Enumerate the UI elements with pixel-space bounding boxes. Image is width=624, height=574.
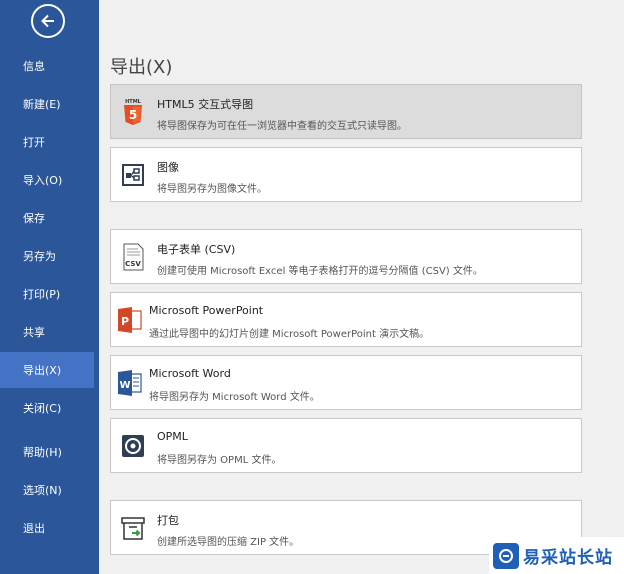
- export-image-option[interactable]: 图像 将导图另存为图像文件。: [110, 147, 582, 202]
- image-icon: [122, 164, 144, 186]
- page-title: 导出(X): [110, 57, 173, 78]
- sidebar: 信息 新建(E) 打开 导入(O) 保存 另存为 打印(P) 共享 导出(X) …: [0, 0, 99, 574]
- option-desc: 创建可使用 Microsoft Excel 等电子表格打开的逗号分隔值 (CSV…: [157, 266, 483, 277]
- nav-share[interactable]: 共享: [0, 314, 94, 350]
- back-arrow-icon: [41, 14, 54, 28]
- nav-exit[interactable]: 退出: [0, 510, 94, 546]
- word-icon: W: [118, 370, 142, 396]
- export-word-option[interactable]: W Microsoft Word 将导图另存为 Microsoft Word 文…: [110, 355, 582, 410]
- svg-text:W: W: [119, 380, 130, 391]
- svg-text:CSV: CSV: [125, 260, 141, 268]
- option-title: 打包: [157, 514, 179, 527]
- option-title: Microsoft Word: [149, 367, 231, 380]
- svg-text:P: P: [121, 315, 129, 328]
- back-button[interactable]: [31, 4, 65, 38]
- nav-print[interactable]: 打印(P): [0, 276, 94, 312]
- option-desc: 创建所选导图的压缩 ZIP 文件。: [157, 537, 300, 548]
- option-title: 电子表单 (CSV): [157, 243, 236, 256]
- watermark-logo-icon: [493, 542, 519, 569]
- option-desc: 将导图另存为图像文件。: [157, 184, 267, 195]
- export-csv-option[interactable]: CSV 电子表单 (CSV) 创建可使用 Microsoft Excel 等电子…: [110, 229, 582, 284]
- export-opml-option[interactable]: OPML 将导图另存为 OPML 文件。: [110, 418, 582, 473]
- export-powerpoint-option[interactable]: P Microsoft PowerPoint 通过此导图中的幻灯片创建 Micr…: [110, 292, 582, 347]
- svg-text:5: 5: [129, 108, 137, 122]
- option-desc: 通过此导图中的幻灯片创建 Microsoft PowerPoint 演示文稿。: [149, 329, 430, 340]
- nav-save[interactable]: 保存: [0, 200, 94, 236]
- nav-info[interactable]: 信息: [0, 48, 94, 84]
- csv-icon: CSV: [123, 243, 144, 271]
- opml-icon: [122, 435, 144, 457]
- nav-open[interactable]: 打开: [0, 124, 94, 160]
- watermark: 易采站长站: [489, 537, 624, 574]
- nav-close[interactable]: 关闭(C): [0, 390, 94, 426]
- nav-import[interactable]: 导入(O): [0, 162, 94, 198]
- export-html5-option[interactable]: HTML 5 HTML5 交互式导图 将导图保存为可在任一浏览器中查看的交互式只…: [110, 84, 582, 139]
- nav-help[interactable]: 帮助(H): [0, 434, 94, 470]
- nav-new[interactable]: 新建(E): [0, 86, 94, 122]
- option-title: OPML: [157, 430, 188, 443]
- option-desc: 将导图保存为可在任一浏览器中查看的交互式只读导图。: [157, 121, 407, 132]
- html5-icon: HTML 5: [124, 99, 142, 125]
- powerpoint-icon: P: [118, 307, 142, 333]
- package-icon: [121, 517, 145, 540]
- nav-save-as[interactable]: 另存为: [0, 238, 94, 274]
- option-desc: 将导图另存为 Microsoft Word 文件。: [149, 392, 320, 403]
- option-title: 图像: [157, 161, 179, 174]
- option-desc: 将导图另存为 OPML 文件。: [157, 455, 282, 466]
- nav-options[interactable]: 选项(N): [0, 472, 94, 508]
- watermark-text: 易采站长站: [523, 548, 613, 568]
- svg-text:HTML: HTML: [125, 99, 142, 105]
- option-title: Microsoft PowerPoint: [149, 304, 264, 317]
- option-title: HTML5 交互式导图: [157, 98, 254, 111]
- nav-export[interactable]: 导出(X): [0, 352, 94, 388]
